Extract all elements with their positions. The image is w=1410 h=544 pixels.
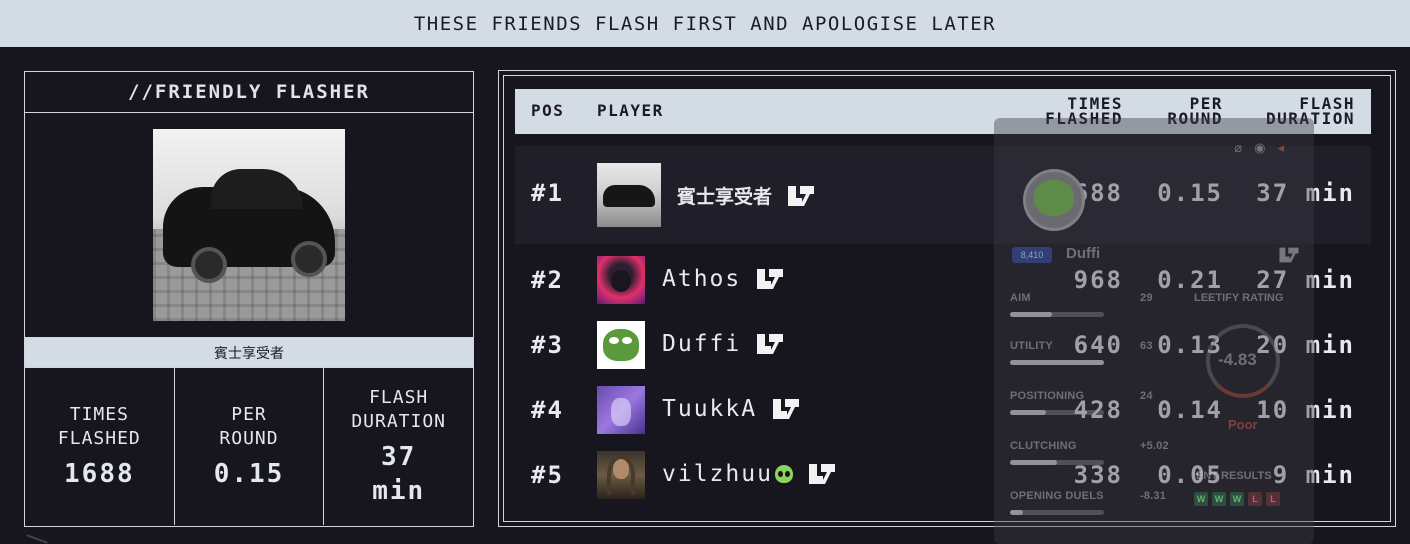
player-name: vilzhuu [662, 461, 773, 487]
neon-bear-avatar[interactable] [597, 256, 645, 304]
stat-flash-duration: FLASH DURATION 37 min [324, 368, 473, 525]
stat-value: 63 [1140, 340, 1153, 352]
card-photo-area [25, 113, 473, 337]
tooltip-stat-clutching: CLUTCHING +5.02 [1010, 440, 1169, 465]
tooltip-stat-utility: UTILITY 63 [1010, 340, 1152, 365]
stat-value: 29 [1140, 292, 1153, 304]
tooltip-avatar [1023, 169, 1085, 231]
row-position: #5 [531, 461, 564, 489]
stat-value: 37 min [372, 441, 426, 506]
player-name-link[interactable]: 賓士享受者 [677, 182, 816, 209]
stat-times-flashed: TIMES FLASHED 1688 [25, 368, 175, 525]
leetify-icon[interactable] [786, 184, 816, 208]
result-badge: W [1230, 492, 1244, 506]
player-name: 賓士享受者 [677, 186, 773, 208]
row-position: #1 [531, 179, 564, 207]
player-preview-tooltip[interactable]: ⌀ ◉ ◂ 8,410 Duffi AIM 29 UTILITY 63 POSI… [994, 118, 1314, 544]
rating-label: LEETIFY RATING [1194, 292, 1284, 304]
black-car-photo [153, 129, 345, 321]
player-name: Athos [662, 266, 742, 292]
black-car-avatar[interactable] [597, 163, 661, 227]
result-badge: L [1248, 492, 1262, 506]
player-name-link[interactable]: TuukkA [662, 396, 801, 422]
row-position: #2 [531, 266, 564, 294]
featured-player-card: //FRIENDLY FLASHER 賓士享受者 TIMES FLASHED 1… [24, 71, 474, 527]
stat-label: OPENING DUELS [1010, 490, 1104, 502]
header-player: PLAYER [597, 101, 664, 120]
player-name-link[interactable]: Athos [662, 266, 785, 292]
leetify-icon[interactable] [807, 462, 837, 486]
banner-text: THESE FRIENDS FLASH FIRST AND APOLOGISE … [413, 12, 997, 35]
page-banner: THESE FRIENDS FLASH FIRST AND APOLOGISE … [0, 0, 1410, 47]
leetify-icon[interactable] [755, 267, 785, 291]
arrow-icon[interactable]: ◂ [1277, 140, 1284, 156]
rating-value: -4.83 [1218, 350, 1257, 369]
tooltip-icons: ⌀ ◉ ◂ [1234, 140, 1284, 156]
decorative-mark [26, 534, 48, 544]
card-stats: TIMES FLASHED 1688 PER ROUND 0.15 FLASH … [25, 368, 473, 525]
player-name: TuukkA [662, 396, 758, 422]
pepe-frog-avatar[interactable] [597, 321, 645, 369]
tooltip-stat-opening-duels: OPENING DUELS -8.31 [1010, 490, 1166, 515]
steam-icon[interactable]: ◉ [1254, 140, 1265, 156]
header-pos: POS [531, 101, 565, 120]
stat-value: +5.02 [1140, 440, 1169, 452]
result-badge: W [1194, 492, 1208, 506]
stat-label: UTILITY [1010, 340, 1053, 352]
stat-per-round: PER ROUND 0.15 [175, 368, 325, 525]
tooltip-stat-positioning: POSITIONING 24 [1010, 390, 1152, 415]
card-player-name: 賓士享受者 [25, 337, 473, 368]
purple-figure-avatar[interactable] [597, 386, 645, 434]
alien-emoji-icon [774, 465, 793, 483]
rating-word: Poor [1228, 417, 1258, 432]
long-hair-man-avatar[interactable] [597, 451, 645, 499]
row-position: #4 [531, 396, 564, 424]
stat-label: POSITIONING [1010, 390, 1085, 402]
recent-results: W W W L L [1194, 492, 1280, 506]
stat-label: AIM [1010, 292, 1031, 304]
tooltip-player-name: Duffi [1066, 245, 1101, 262]
leetify-icon[interactable] [1278, 246, 1300, 264]
row-position: #3 [531, 331, 564, 359]
stat-label: CLUTCHING [1010, 440, 1077, 452]
faceit-icon[interactable]: ⌀ [1234, 140, 1242, 156]
result-badge: L [1266, 492, 1280, 506]
stat-value: 1688 [64, 458, 135, 489]
stat-value: 0.15 [213, 458, 285, 489]
stat-label: FLASH DURATION [351, 386, 447, 432]
leetify-icon[interactable] [755, 332, 785, 356]
recent-results-label: ENT RESULTS [1196, 470, 1272, 482]
tooltip-stat-aim: AIM 29 [1010, 292, 1152, 317]
result-badge: W [1212, 492, 1226, 506]
stat-label: PER ROUND [219, 403, 279, 449]
premier-rank-badge: 8,410 [1012, 247, 1052, 263]
player-name-link[interactable]: Duffi [662, 331, 785, 357]
stat-label: TIMES FLASHED [57, 403, 141, 449]
player-name: Duffi [662, 331, 742, 357]
card-title: //FRIENDLY FLASHER [25, 72, 473, 113]
player-name-link[interactable]: vilzhuu [662, 461, 837, 487]
leetify-icon[interactable] [771, 397, 801, 421]
stat-value: -8.31 [1140, 490, 1167, 502]
stat-value: 24 [1140, 390, 1153, 402]
